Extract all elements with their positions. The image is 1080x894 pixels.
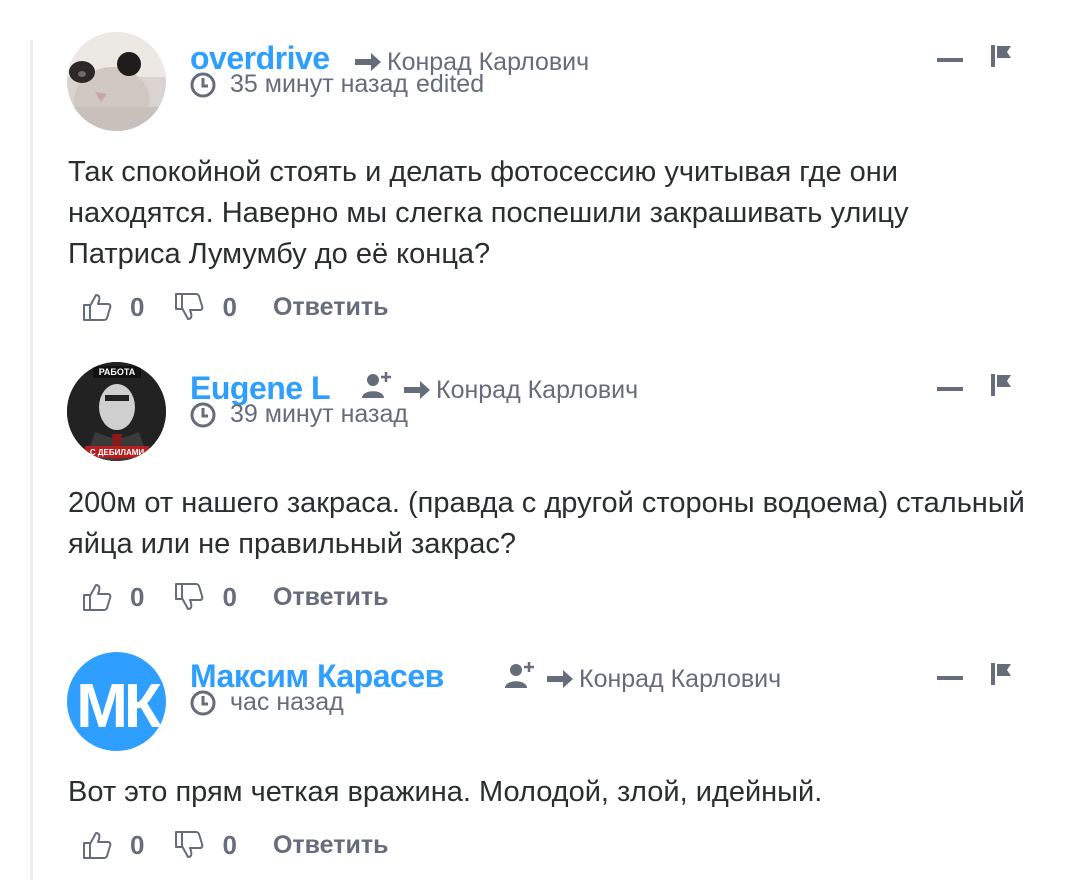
thread-line bbox=[30, 40, 33, 880]
dislike-button[interactable]: 0 bbox=[174, 291, 237, 323]
dislike-button[interactable]: 0 bbox=[174, 581, 237, 613]
like-button[interactable]: 0 bbox=[82, 830, 144, 861]
like-count: 0 bbox=[130, 829, 145, 860]
reply-to[interactable]: Конрад Карлович bbox=[547, 665, 781, 694]
comment-actions: 0 0 Ответить bbox=[82, 582, 388, 612]
edited-label: edited bbox=[416, 70, 485, 98]
collapse-icon[interactable] bbox=[937, 58, 963, 62]
dislike-button[interactable]: 0 bbox=[174, 829, 237, 861]
dislike-count: 0 bbox=[222, 581, 237, 612]
avatar[interactable]: МК bbox=[67, 652, 166, 751]
reply-to-name: Конрад Карлович bbox=[436, 376, 639, 404]
comment-meta: 39 минут назад bbox=[190, 400, 408, 429]
clock-icon bbox=[190, 402, 216, 427]
thumb-up-icon bbox=[83, 584, 112, 611]
like-button[interactable]: 0 bbox=[82, 292, 144, 323]
comment-text: Вот это прям четкая вражина. Молодой, зл… bbox=[68, 776, 823, 808]
comment-actions: 0 0 Ответить bbox=[82, 292, 388, 322]
comment-meta: 35 минут назад edited bbox=[190, 70, 484, 99]
add-user-icon[interactable] bbox=[362, 370, 394, 400]
thumb-down-icon bbox=[175, 293, 204, 320]
reply-button[interactable]: Ответить bbox=[273, 831, 389, 860]
reply-button[interactable]: Ответить bbox=[273, 583, 389, 612]
comment-text: Так спокойной стоять и делать фотосессию… bbox=[68, 156, 909, 270]
clock-icon bbox=[190, 72, 216, 97]
thumb-down-icon bbox=[175, 583, 204, 610]
avatar[interactable] bbox=[67, 32, 166, 131]
reply-arrow-icon bbox=[404, 380, 430, 399]
like-count: 0 bbox=[130, 291, 145, 322]
avatar-initials-image: МК bbox=[67, 652, 166, 751]
avatar[interactable]: РАБОТА С ДЕБИЛАМИ bbox=[67, 362, 166, 461]
avatar-portrait-image: РАБОТА С ДЕБИЛАМИ bbox=[67, 362, 166, 461]
like-count: 0 bbox=[130, 581, 145, 612]
collapse-icon[interactable] bbox=[937, 676, 963, 680]
flag-icon[interactable] bbox=[991, 45, 1011, 67]
comment-actions: 0 0 Ответить bbox=[82, 830, 388, 860]
clock-icon bbox=[190, 690, 216, 715]
thumb-up-icon bbox=[83, 294, 112, 321]
avatar-caption-top: РАБОТА bbox=[99, 367, 136, 377]
like-button[interactable]: 0 bbox=[82, 582, 144, 613]
reply-to[interactable]: Конрад Карлович bbox=[404, 376, 638, 405]
comment-text: 200м от нашего закраса. (правда с другой… bbox=[68, 487, 1025, 560]
reply-to-name: Конрад Карлович bbox=[579, 665, 782, 693]
avatar-caption-bottom: С ДЕБИЛАМИ bbox=[90, 448, 145, 457]
timestamp[interactable]: 39 минут назад bbox=[230, 400, 408, 429]
add-user-icon[interactable] bbox=[505, 660, 537, 690]
collapse-icon[interactable] bbox=[937, 387, 963, 391]
thumb-up-icon bbox=[83, 832, 112, 859]
timestamp[interactable]: 35 минут назад bbox=[230, 70, 408, 99]
flag-icon[interactable] bbox=[991, 663, 1011, 685]
timestamp[interactable]: час назад bbox=[230, 688, 344, 717]
thumb-down-icon bbox=[175, 831, 204, 858]
dislike-count: 0 bbox=[222, 291, 237, 322]
reply-arrow-icon bbox=[547, 669, 573, 688]
reply-button[interactable]: Ответить bbox=[273, 293, 389, 322]
avatar-initials: МК bbox=[76, 672, 162, 741]
avatar-cat-image bbox=[67, 32, 166, 131]
dislike-count: 0 bbox=[222, 829, 237, 860]
flag-icon[interactable] bbox=[991, 374, 1011, 396]
comment-meta: час назад bbox=[190, 688, 344, 717]
